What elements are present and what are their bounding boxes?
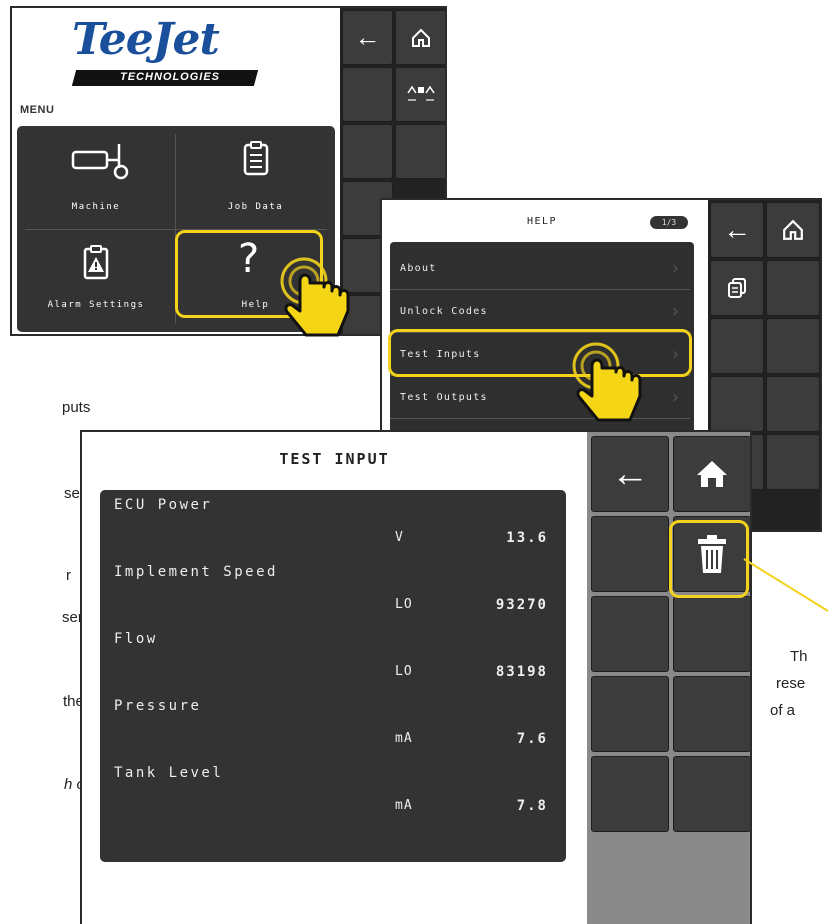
home-icon: [783, 219, 803, 240]
input-row-ecu-power: ECU Power V 13.6: [100, 490, 566, 558]
grid-cell: [591, 676, 669, 752]
chevron-right-icon: ›: [669, 258, 682, 279]
home-button[interactable]: [673, 436, 750, 512]
test-input-side-grid: ←: [587, 432, 750, 924]
input-name: Pressure: [114, 698, 202, 714]
input-row-implement-speed: Implement Speed LO 93270: [100, 557, 566, 625]
back-button[interactable]: ←: [710, 202, 764, 258]
logo-text: TeeJet: [72, 14, 220, 65]
test-input-panel: ECU Power V 13.6 Implement Speed LO 9327…: [100, 490, 566, 862]
grid-cell: [710, 376, 764, 432]
doc-fragment-3: r: [66, 567, 71, 584]
input-value: 13.6: [506, 530, 548, 546]
menu-item-machine[interactable]: Machine: [17, 126, 175, 229]
grid-cell: [766, 434, 820, 490]
input-value: 7.8: [516, 798, 548, 814]
logo-subtext: TECHNOLOGIES: [120, 71, 221, 83]
input-unit: LO: [395, 664, 413, 679]
teejet-logo: TeeJet TECHNOLOGIES: [60, 14, 270, 100]
input-unit: mA: [395, 731, 413, 746]
home-icon: [697, 461, 727, 487]
grid-cell: [766, 376, 820, 432]
callout-line-1: Th: [790, 648, 808, 665]
row-label: About: [400, 263, 437, 274]
back-arrow-icon: ←: [611, 452, 649, 495]
input-row-flow: Flow LO 83198: [100, 624, 566, 692]
callout-line-3: of a: [770, 702, 796, 719]
grid-cell: [710, 318, 764, 374]
boom-width-icon: [407, 85, 435, 101]
home-icon: [412, 28, 430, 47]
doc-fragment-1: puts: [62, 399, 91, 416]
copy-icon: [728, 278, 746, 298]
boom-width-button[interactable]: [395, 67, 445, 122]
hand-pointer-icon: [572, 342, 642, 422]
grid-cell: [395, 124, 445, 179]
input-name: Tank Level: [114, 765, 224, 781]
help-row-about[interactable]: About ›: [390, 248, 690, 290]
grid-cell: [591, 756, 669, 832]
input-unit: mA: [395, 798, 413, 813]
input-value: 93270: [495, 597, 548, 613]
back-button[interactable]: ←: [591, 436, 669, 512]
menu-item-label: Machine: [71, 202, 121, 212]
grid-cell: [766, 260, 820, 316]
home-button[interactable]: [766, 202, 820, 258]
input-unit: V: [395, 530, 404, 545]
back-button[interactable]: ←: [342, 10, 393, 65]
grid-cell: [673, 756, 750, 832]
input-name: ECU Power: [114, 497, 213, 513]
grid-cell: [342, 67, 393, 122]
grid-cell: [591, 596, 669, 672]
menu-item-label: Alarm Settings: [47, 300, 145, 310]
chevron-right-icon: ›: [669, 301, 682, 322]
callout-line-2: rese: [776, 675, 806, 692]
menu-title: MENU: [20, 104, 55, 116]
back-arrow-icon: ←: [354, 22, 381, 52]
grid-cell: [673, 676, 750, 752]
input-row-pressure: Pressure mA 7.6: [100, 691, 566, 759]
menu-item-alarm-settings[interactable]: Alarm Settings: [17, 230, 175, 332]
input-name: Implement Speed: [114, 564, 278, 580]
alarm-icon: [83, 245, 109, 280]
input-unit: LO: [395, 597, 413, 612]
input-name: Flow: [114, 631, 158, 647]
page-title: TEST INPUT: [279, 450, 390, 468]
highlight-trash: [669, 520, 749, 598]
clipboard-icon: [243, 141, 269, 176]
hand-pointer-icon: [280, 257, 350, 337]
grid-cell: [766, 318, 820, 374]
home-button[interactable]: [395, 10, 445, 65]
grid-cell: [591, 516, 669, 592]
menu-item-job-data[interactable]: Job Data: [176, 126, 335, 229]
test-input-screen: TEST INPUT ECU Power V 13.6 Implement Sp…: [80, 430, 752, 924]
input-row-tank-level: Tank Level mA 7.8: [100, 758, 566, 826]
input-value: 83198: [495, 664, 548, 680]
row-label: Unlock Codes: [400, 306, 488, 317]
row-label: Test Outputs: [400, 392, 488, 403]
callout-line: [743, 558, 829, 612]
page-indicator: 1/3: [650, 216, 688, 229]
grid-cell: [342, 124, 393, 179]
back-arrow-icon: ←: [723, 214, 751, 245]
input-value: 7.6: [516, 731, 548, 747]
help-row-unlock-codes[interactable]: Unlock Codes ›: [390, 291, 690, 333]
chevron-right-icon: ›: [669, 387, 682, 408]
copy-button[interactable]: [710, 260, 764, 316]
menu-item-label: Job Data: [227, 202, 284, 212]
machine-icon: [71, 144, 129, 180]
